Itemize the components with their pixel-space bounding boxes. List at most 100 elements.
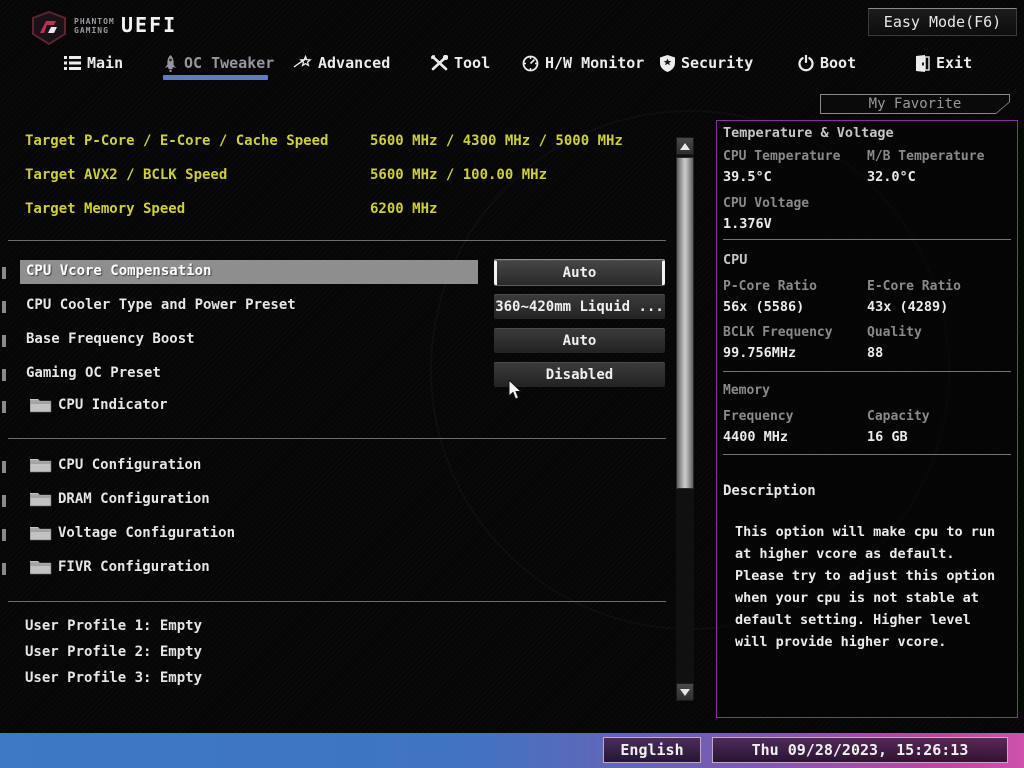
panel-separator (723, 371, 1011, 372)
folder-icon (30, 397, 52, 413)
gauge-icon (522, 55, 539, 72)
setting-row-cpu-cooler-preset[interactable]: CPU Cooler Type and Power Preset 360~420… (0, 294, 672, 319)
description-title: Description (723, 483, 816, 499)
phantom-gaming-logo-icon (30, 11, 68, 45)
temp-voltage-title: Temperature & Voltage (723, 125, 894, 141)
folder-icon (30, 457, 52, 473)
bclk-frequency-label: BCLK Frequency (723, 325, 833, 340)
folder-label: DRAM Configuration (58, 491, 210, 507)
separator (8, 438, 666, 439)
easy-mode-button[interactable]: Easy Mode(F6) (868, 8, 1017, 36)
setting-label: CPU Cooler Type and Power Preset (26, 297, 296, 313)
bclk-frequency-value: 99.756MHz (723, 345, 796, 361)
row-tick-icon (2, 401, 6, 413)
folder-label: FIVR Configuration (58, 559, 210, 575)
setting-label: CPU Indicator (58, 397, 168, 413)
memory-capacity-label: Capacity (867, 409, 930, 424)
cpu-temp-value: 39.5°C (723, 169, 772, 185)
tab-security[interactable]: Security (660, 50, 753, 76)
folder-icon (30, 525, 52, 541)
setting-label: Base Frequency Boost (26, 331, 195, 347)
tab-label: Boot (820, 54, 856, 72)
quality-label: Quality (867, 325, 922, 340)
cpu-temp-label: CPU Temperature (723, 149, 840, 164)
quality-value: 88 (867, 345, 883, 361)
target-memory-label: Target Memory Speed (25, 201, 185, 217)
row-tick-icon (2, 335, 6, 347)
tab-label: OC Tweaker (184, 54, 274, 72)
uefi-screen: PHANTOM GAMING UEFI Easy Mode(F6) Main O… (0, 0, 1024, 768)
row-tick-icon (2, 529, 6, 541)
tab-oc-tweaker[interactable]: OC Tweaker (163, 50, 274, 76)
pcore-ratio-label: P-Core Ratio (723, 279, 817, 294)
tab-label: Exit (936, 54, 972, 72)
tools-icon (431, 55, 448, 71)
target-avx2-label: Target AVX2 / BCLK Speed (25, 167, 227, 183)
user-profile-1: User Profile 1: Empty (25, 618, 202, 634)
target-pcore-label: Target P-Core / E-Core / Cache Speed (25, 133, 328, 149)
shield-icon (660, 55, 675, 72)
row-tick-icon (2, 301, 6, 313)
exit-door-icon (914, 55, 930, 72)
row-tick-icon (2, 495, 6, 507)
setting-value-dropdown[interactable]: Disabled (494, 362, 665, 387)
brand-phantom-gaming: PHANTOM GAMING (74, 17, 115, 35)
cpu-section-title: CPU (723, 252, 747, 268)
separator (8, 601, 666, 602)
user-profile-2: User Profile 2: Empty (25, 644, 202, 660)
cpu-voltage-value: 1.376V (723, 216, 772, 232)
tab-boot[interactable]: Boot (798, 50, 856, 76)
panel-separator (723, 239, 1011, 240)
tab-advanced[interactable]: Advanced (293, 50, 390, 76)
tab-label: H/W Monitor (545, 54, 644, 72)
setting-row-gaming-oc-preset[interactable]: Gaming OC Preset Disabled (0, 362, 672, 387)
tab-hw-monitor[interactable]: H/W Monitor (522, 50, 644, 76)
target-avx2-value: 5600 MHz / 100.00 MHz (370, 167, 547, 183)
mb-temp-value: 32.0°C (867, 169, 916, 185)
active-tab-underline (163, 75, 268, 80)
setting-row-cpu-vcore-compensation[interactable]: CPU Vcore Compensation Auto (0, 260, 672, 285)
setting-row-cpu-indicator[interactable]: CPU Indicator (0, 394, 672, 419)
setting-row-base-frequency-boost[interactable]: Base Frequency Boost Auto (0, 328, 672, 353)
tab-label: Security (681, 54, 753, 72)
folder-row-fivr-configuration[interactable]: FIVR Configuration (0, 556, 672, 581)
setting-label: CPU Vcore Compensation (20, 260, 478, 284)
target-memory-value: 6200 MHz (370, 201, 437, 217)
ecore-ratio-label: E-Core Ratio (867, 279, 961, 294)
folder-row-cpu-configuration[interactable]: CPU Configuration (0, 454, 672, 479)
row-tick-icon (2, 461, 6, 473)
tab-label: Main (87, 54, 123, 72)
mb-temp-label: M/B Temperature (867, 149, 984, 164)
my-favorite-tab[interactable]: My Favorite (820, 94, 1010, 114)
datetime-button[interactable]: Thu 09/28/2023, 15:26:13 (712, 737, 1008, 763)
folder-row-voltage-configuration[interactable]: Voltage Configuration (0, 522, 672, 547)
tab-exit[interactable]: Exit (914, 50, 972, 76)
tab-main[interactable]: Main (64, 50, 123, 76)
folder-row-dram-configuration[interactable]: DRAM Configuration (0, 488, 672, 513)
setting-value-dropdown[interactable]: 360~420mm Liquid ... (494, 294, 665, 319)
memory-frequency-value: 4400 MHz (723, 429, 788, 445)
folder-icon (30, 559, 52, 575)
scrollbar-up-button[interactable] (676, 137, 694, 155)
setting-label: Gaming OC Preset (26, 365, 161, 381)
my-favorite-label: My Favorite (821, 95, 1009, 113)
scrollbar-down-button[interactable] (676, 683, 694, 701)
ecore-ratio-value: 43x (4289) (867, 299, 948, 315)
list-icon (64, 56, 81, 70)
setting-value-dropdown[interactable]: Auto (494, 328, 665, 353)
target-pcore-value: 5600 MHz / 4300 MHz / 5000 MHz (370, 133, 623, 149)
cpu-voltage-label: CPU Voltage (723, 196, 809, 211)
language-button[interactable]: English (603, 737, 701, 763)
row-tick-icon (2, 369, 6, 381)
tab-label: Advanced (318, 54, 390, 72)
memory-section-title: Memory (723, 383, 770, 398)
scrollbar-track[interactable] (676, 155, 694, 683)
scrollbar-thumb[interactable] (676, 157, 694, 489)
separator (8, 240, 666, 241)
setting-value-dropdown[interactable]: Auto (494, 260, 665, 285)
tab-tool[interactable]: Tool (431, 50, 490, 76)
row-tick-icon (2, 267, 6, 279)
panel-separator (723, 454, 1011, 455)
power-icon (798, 55, 814, 72)
info-panel: Temperature & Voltage CPU Temperature M/… (716, 120, 1018, 718)
